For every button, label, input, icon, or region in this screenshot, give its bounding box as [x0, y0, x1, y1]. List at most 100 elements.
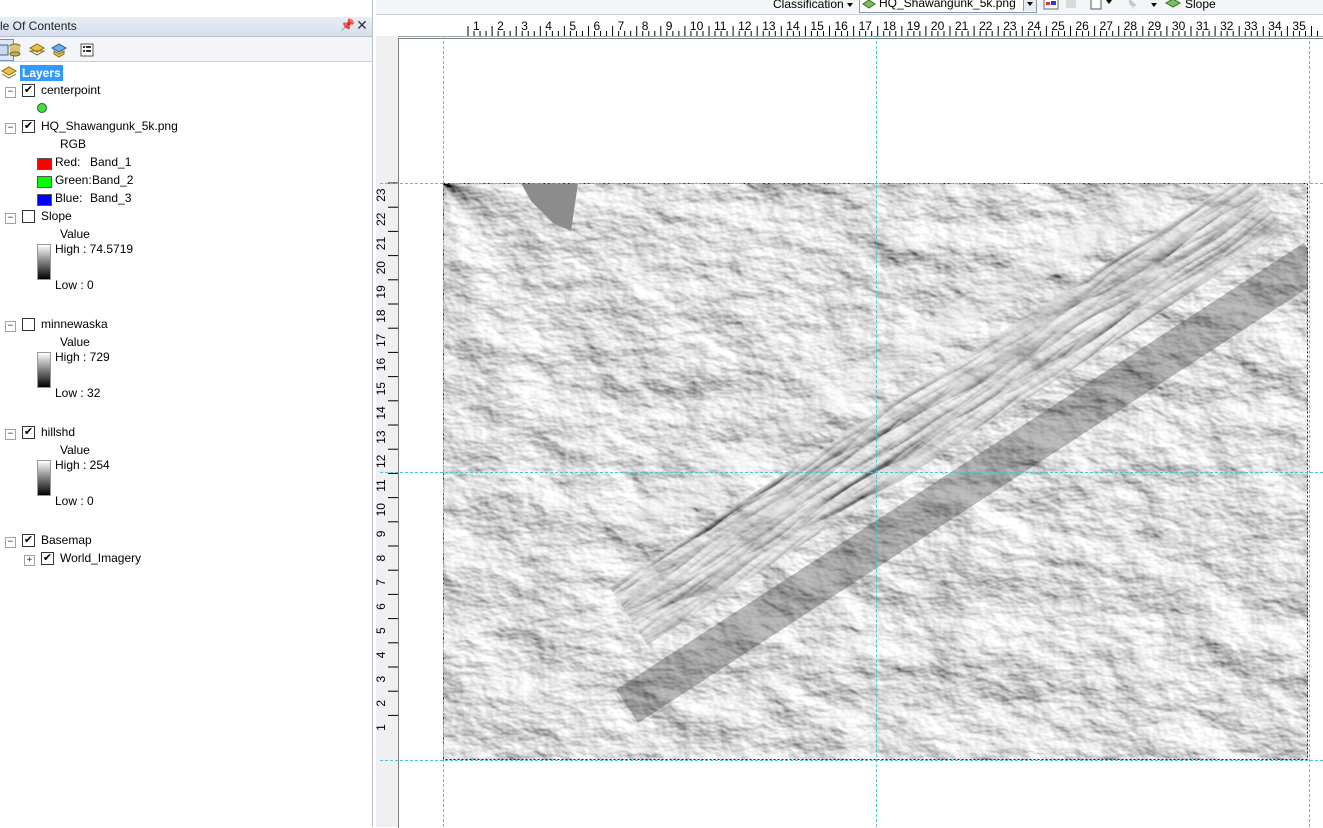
toc-layer-tree: Layers − ✔ centerpoint − ✔ HQ_Shawangunk… [0, 62, 372, 827]
ruler-label: 23 [376, 188, 388, 202]
raster-layer-icon [862, 0, 876, 9]
collapse-basemap-button[interactable]: − [5, 537, 16, 548]
ruler-label: 16 [376, 358, 388, 372]
histogram-icon [1043, 0, 1059, 10]
identify-pointer-button[interactable] [1126, 0, 1142, 10]
ruler-label: 21 [376, 237, 388, 251]
ruler-label: 33 [1244, 19, 1258, 33]
hillshd-low-label: Low : 0 [55, 494, 94, 508]
flicker-button[interactable] [1064, 0, 1080, 10]
ruler-label: 10 [376, 503, 388, 517]
toc-title-bar: le Of Contents 📌 ✕ [0, 17, 372, 37]
blue-band-value: Band_3 [90, 191, 132, 205]
ruler-label: 11 [714, 19, 727, 33]
ruler-label: 25 [1051, 19, 1065, 33]
rgb-legend-header: RGB [60, 137, 87, 151]
layout-guide-horizontal[interactable] [380, 760, 1323, 761]
ruler-label: 15 [376, 382, 388, 396]
ruler-label: 1 [376, 724, 388, 731]
ruler-label: 31 [1196, 19, 1210, 33]
vertical-ruler[interactable]: 2322212019181716151413121110987654321 [376, 36, 398, 827]
ruler-label: 12 [738, 19, 752, 33]
collapse-hq-shawangunk-button[interactable]: − [5, 123, 16, 134]
basemap-visibility-checkbox[interactable]: ✔ [22, 534, 35, 547]
slope-visibility-checkbox[interactable] [22, 210, 35, 223]
layer-name-hq-shawangunk[interactable]: HQ_Shawangunk_5k.png [41, 119, 178, 133]
collapse-centerpoint-button[interactable]: − [5, 87, 16, 98]
expand-world-imagery-button[interactable]: + [24, 555, 35, 566]
layout-guide-vertical[interactable] [443, 36, 444, 827]
slope-layer-indicator[interactable]: Slope [1163, 0, 1323, 11]
ruler-label: 4 [545, 19, 552, 33]
slope-color-ramp [37, 244, 51, 280]
chevron-down-icon [1151, 2, 1157, 7]
world-imagery-visibility-checkbox[interactable]: ✔ [41, 552, 54, 565]
layout-guide-vertical[interactable] [876, 36, 877, 827]
ruler-label: 24 [1027, 19, 1041, 33]
minnewaska-visibility-checkbox[interactable] [22, 318, 35, 331]
ruler-label: 1 [473, 19, 480, 33]
ruler-label: 11 [376, 479, 388, 492]
ruler-label: 6 [376, 603, 388, 610]
minnewaska-color-ramp [37, 352, 51, 388]
slope-low-label: Low : 0 [55, 278, 94, 292]
hq-shawangunk-visibility-checkbox[interactable]: ✔ [22, 120, 35, 133]
layer-name-slope[interactable]: Slope [41, 209, 72, 223]
horizontal-ruler[interactable]: 1 2 3 4 5 6 7 8 9 10 11 12 13 14 15 16 17 18 19 20 21 22 23 24 2… [398, 16, 1323, 37]
hillshd-high-label: High : 254 [55, 458, 110, 472]
layout-guide-horizontal[interactable] [380, 183, 1323, 184]
ruler-label: 20 [931, 19, 945, 33]
ruler-label: 30 [1172, 19, 1186, 33]
layout-guide-horizontal[interactable] [380, 472, 1323, 473]
ruler-label: 20 [376, 261, 388, 275]
red-band-swatch [37, 158, 52, 170]
collapse-minnewaska-button[interactable]: − [5, 321, 16, 332]
list-by-selection-button[interactable] [48, 39, 70, 61]
red-band-label: Red: [55, 155, 81, 169]
ruler-label: 2 [497, 19, 504, 33]
hillshd-visibility-checkbox[interactable]: ✔ [22, 426, 35, 439]
layer-name-hillshd[interactable]: hillshd [41, 425, 75, 439]
pin-icon[interactable]: 📌 [340, 18, 355, 32]
list-by-source-button[interactable] [4, 39, 26, 61]
layer-name-centerpoint[interactable]: centerpoint [41, 83, 100, 97]
ruler-label: 35 [1292, 19, 1306, 33]
ruler-label: 21 [955, 19, 969, 33]
minnewaska-low-label: Low : 32 [55, 386, 101, 400]
ruler-label: 14 [376, 406, 388, 420]
ruler-label: 18 [376, 309, 388, 323]
toc-toolbar [0, 37, 372, 62]
layer-combo-dropdown-button[interactable] [1023, 0, 1036, 11]
ruler-label: 22 [979, 19, 993, 33]
ruler-label: 19 [376, 285, 388, 299]
ruler-label: 3 [521, 19, 528, 33]
options-button[interactable] [76, 39, 98, 61]
collapse-hillshd-button[interactable]: − [5, 429, 16, 440]
table-of-contents-panel: le Of Contents 📌 ✕ Layers − ✔ centerpoin… [0, 0, 373, 827]
toolbar-overflow-button[interactable] [1148, 0, 1158, 10]
classification-dropdown[interactable]: Classification [773, 0, 853, 11]
layer-name-minnewaska[interactable]: minnewaska [41, 317, 108, 331]
new-layout-dropdown[interactable] [1089, 0, 1115, 10]
layer-name-world-imagery[interactable]: World_Imagery [60, 551, 141, 565]
centerpoint-visibility-checkbox[interactable]: ✔ [22, 84, 35, 97]
ruler-label: 2 [376, 700, 388, 707]
ruler-label: 7 [376, 579, 388, 586]
histogram-button[interactable] [1043, 0, 1059, 10]
collapse-slope-button[interactable]: − [5, 213, 16, 224]
list-by-visibility-button[interactable] [26, 39, 48, 61]
blue-band-label: Blue: [55, 191, 83, 205]
ruler-label: 28 [1124, 19, 1138, 33]
ruler-label: 4 [376, 651, 388, 658]
close-icon[interactable]: ✕ [355, 17, 369, 34]
layer-combo-value: HQ_Shawangunk_5k.png [879, 0, 1016, 10]
ruler-label: 9 [666, 19, 673, 33]
layer-name-basemap[interactable]: Basemap [41, 533, 92, 547]
ruler-label: 13 [376, 430, 388, 444]
toc-title: le Of Contents [0, 19, 77, 33]
point-symbol-icon [37, 103, 47, 113]
layers-root-label[interactable]: Layers [20, 65, 63, 81]
ruler-label: 29 [1148, 19, 1162, 33]
layer-combo-box[interactable]: HQ_Shawangunk_5k.png [859, 0, 1037, 13]
layout-guide-vertical[interactable] [1309, 36, 1310, 827]
